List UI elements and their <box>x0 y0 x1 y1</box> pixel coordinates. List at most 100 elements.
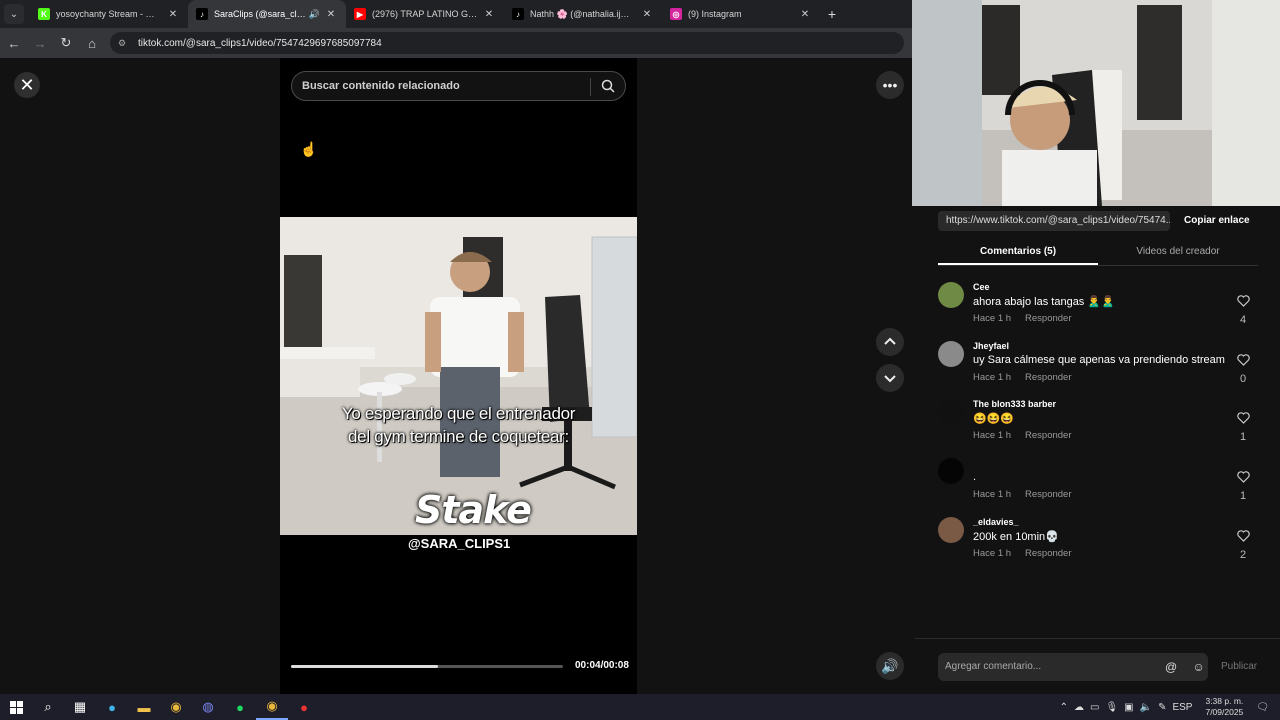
tab-close-icon[interactable]: ✕ <box>640 9 654 20</box>
notifications-icon[interactable]: 🗨 <box>1256 702 1269 713</box>
tab-title: (9) Instagram <box>688 9 742 19</box>
avatar[interactable] <box>938 399 964 426</box>
comment-list: Cee ahora abajo las tangas 🙎‍♂️🙎‍♂️ Hace 1… <box>938 280 1258 573</box>
next-video-button[interactable] <box>876 364 904 392</box>
app-icon[interactable]: ● <box>288 694 320 720</box>
comment-time: Hace 1 h <box>973 489 1012 501</box>
speaker-icon[interactable]: 🔈 <box>1140 702 1152 713</box>
like-count: 1 <box>1239 490 1247 503</box>
network-icon[interactable]: ▣ <box>1124 702 1133 713</box>
browser-tab[interactable]: ▶ (2976) TRAP LATINO GANG MI ✕ <box>346 0 504 28</box>
task-view-icon[interactable]: ▦ <box>64 694 96 720</box>
avatar[interactable] <box>938 340 964 367</box>
comment-item: Cee ahora abajo las tangas 🙎‍♂️🙎‍♂️ Hace 1… <box>938 280 1258 339</box>
tab-title: SaraClips (@sara_clips1) | Ti <box>214 9 306 19</box>
watermark-handle: @SARA_CLIPS1 <box>408 536 511 551</box>
comment-username[interactable]: Jheyfael <box>973 341 1009 351</box>
reply-button[interactable]: Responder <box>1025 313 1071 324</box>
reload-icon[interactable]: ↻ <box>54 31 78 55</box>
tab-audio-icon[interactable]: 🔊 <box>309 9 320 20</box>
forward-icon[interactable]: → <box>28 31 52 55</box>
reply-button[interactable]: Responder <box>1025 430 1071 441</box>
share-url-field[interactable]: https://www.tiktok.com/@sara_clips1/vide… <box>938 211 1170 231</box>
emoji-icon[interactable]: ☺ <box>1193 660 1205 674</box>
like-button[interactable]: 4 <box>1236 294 1250 326</box>
browser-tab[interactable]: ♪ Nathh 🌸 (@nathalia.ijm) | TikT ✕ <box>504 0 662 28</box>
language-indicator[interactable]: ESP <box>1172 702 1192 713</box>
like-button[interactable]: 1 <box>1236 470 1250 502</box>
avatar[interactable] <box>938 516 964 543</box>
like-button[interactable]: 2 <box>1236 529 1250 561</box>
video-progress-bar[interactable] <box>291 665 563 668</box>
reply-button[interactable]: Responder <box>1025 372 1071 383</box>
like-button[interactable]: 0 <box>1236 353 1250 385</box>
search-taskbar-icon[interactable]: ⌕ <box>32 694 64 720</box>
tab-title: (2976) TRAP LATINO GANG MI <box>372 9 478 19</box>
related-search-input[interactable]: Buscar contenido relacionado <box>291 71 626 101</box>
discord-icon[interactable]: ◍ <box>192 694 224 720</box>
home-icon[interactable]: ⌂ <box>80 31 104 55</box>
chrome-icon[interactable]: ◉ <box>160 694 192 720</box>
tab-creator-videos[interactable]: Videos del creador <box>1098 242 1258 265</box>
browser-tab[interactable]: Kyosoychanty Stream - Watch Li ✕ <box>30 0 188 28</box>
tab-comments[interactable]: Comentarios (5) <box>938 242 1098 265</box>
tab-close-icon[interactable]: ✕ <box>324 9 338 20</box>
avatar[interactable] <box>938 458 964 485</box>
more-icon: ••• <box>882 77 898 93</box>
avatar[interactable] <box>938 282 964 308</box>
tab-favicon-icon: K <box>38 8 50 20</box>
comment-username[interactable]: _eldavies_ <box>973 517 1019 527</box>
tab-close-icon[interactable]: ✕ <box>482 9 496 20</box>
heart-icon <box>1236 412 1250 425</box>
comment-time: Hace 1 h <box>973 313 1012 324</box>
reply-button[interactable]: Responder <box>1025 489 1071 500</box>
battery-icon[interactable]: ▭ <box>1090 702 1099 713</box>
reply-button[interactable]: Responder <box>1025 548 1071 559</box>
close-icon: ✕ <box>19 74 35 95</box>
more-options-button[interactable]: ••• <box>876 71 904 99</box>
tab-close-icon[interactable]: ✕ <box>166 9 180 20</box>
video-viewer: ✕ Buscar contenido relacionado Yo espera… <box>0 58 915 694</box>
comment-username[interactable]: Cee <box>973 282 990 292</box>
tab-close-icon[interactable]: ✕ <box>798 9 812 20</box>
clock[interactable]: 3:38 p. m. 7/09/2025 <box>1205 696 1243 718</box>
heart-icon <box>1236 529 1250 542</box>
cloud-icon[interactable]: ☁ <box>1074 702 1084 713</box>
windows-start-icon[interactable] <box>0 694 32 720</box>
close-viewer-button[interactable]: ✕ <box>14 72 40 98</box>
mention-icon[interactable]: @ <box>1165 660 1177 674</box>
comment-meta: Hace 1 h Responder <box>973 430 1086 441</box>
browser-tab[interactable]: ◎ (9) Instagram ✕ <box>662 0 820 28</box>
chevron-down-icon <box>884 375 896 383</box>
like-button[interactable]: 1 <box>1236 411 1250 443</box>
chrome-active-icon[interactable]: ◉ <box>256 694 288 720</box>
like-count: 1 <box>1239 431 1247 444</box>
address-bar[interactable]: ⚙ tiktok.com/@sara_clips1/video/75474296… <box>110 32 904 54</box>
browser-tab[interactable]: ♪ SaraClips (@sara_clips1) | Ti🔊 ✕ <box>188 0 346 28</box>
volume-icon: 🔊 <box>881 657 899 674</box>
file-explorer-icon[interactable]: ▬ <box>128 694 160 720</box>
comment-username[interactable]: The blon333 barber <box>973 399 1056 409</box>
chevron-up-tray-icon[interactable]: ⌃ <box>1060 702 1068 713</box>
back-icon[interactable]: ← <box>2 31 26 55</box>
site-info-icon[interactable]: ⚙ <box>118 38 130 48</box>
edge-icon[interactable]: ● <box>96 694 128 720</box>
heart-icon <box>1236 353 1250 366</box>
pen-icon[interactable]: ✎ <box>1158 702 1166 713</box>
comment-item: _eldavies_ 200k en 10min💀 Hace 1 h Responde… <box>938 515 1258 574</box>
like-count: 2 <box>1239 548 1247 561</box>
volume-button[interactable]: 🔊 <box>876 652 904 680</box>
mic-icon[interactable]: 🎙 <box>1105 702 1118 713</box>
new-tab-button[interactable]: + <box>820 6 844 22</box>
comment-text: 😆😆😆 <box>973 413 1015 426</box>
comment-text: ahora abajo las tangas 🙎‍♂️🙎‍♂️ <box>973 296 1115 308</box>
tab-search-icon[interactable]: ⌄ <box>4 4 24 24</box>
tab-title: yosoychanty Stream - Watch Li <box>56 9 162 19</box>
spotify-icon[interactable]: ● <box>224 694 256 720</box>
video-column: Buscar contenido relacionado Yo esperand… <box>280 58 637 694</box>
publish-button[interactable]: Publicar <box>1221 661 1257 672</box>
previous-video-button[interactable] <box>876 328 904 356</box>
tab-title: Nathh 🌸 (@nathalia.ijm) | TikT <box>530 8 636 19</box>
copy-link-button[interactable]: Copiar enlace <box>1184 215 1250 226</box>
search-icon[interactable] <box>601 79 615 93</box>
